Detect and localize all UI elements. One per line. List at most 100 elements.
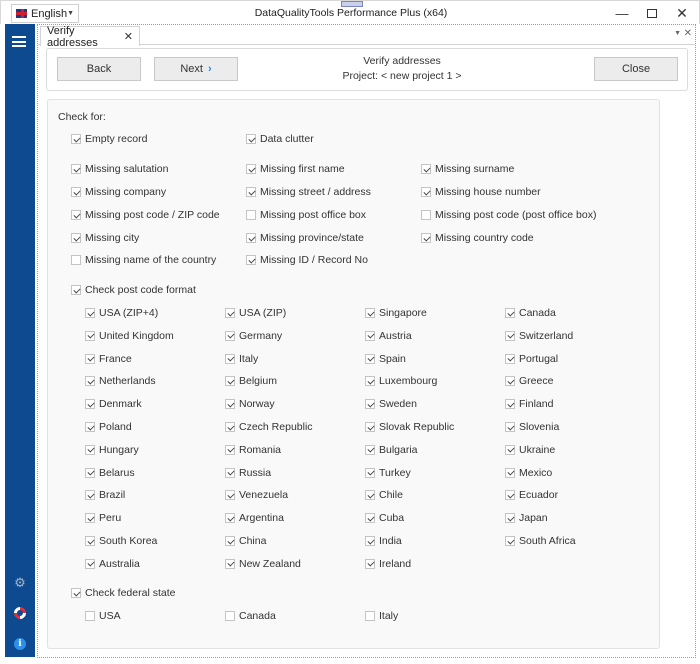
postcode-format-peru[interactable]: Peru bbox=[85, 512, 121, 524]
checkbox-checked-icon[interactable] bbox=[421, 164, 431, 174]
checkbox-checked-icon[interactable] bbox=[365, 308, 375, 318]
checkbox-checked-icon[interactable] bbox=[365, 513, 375, 524]
back-button[interactable]: Back bbox=[57, 57, 141, 81]
postcode-format-usa-zip-4[interactable]: USA (ZIP+4) bbox=[85, 307, 158, 319]
drag-handle[interactable] bbox=[341, 1, 363, 7]
postcode-format-portugal[interactable]: Portugal bbox=[505, 353, 558, 365]
checkbox-missing-salutation[interactable]: Missing salutation bbox=[71, 163, 168, 175]
checkbox-checked-icon[interactable] bbox=[225, 513, 235, 524]
checkbox-checked-icon[interactable] bbox=[225, 490, 235, 501]
postcode-format-usa-zip[interactable]: USA (ZIP) bbox=[225, 307, 286, 319]
postcode-format-denmark[interactable]: Denmark bbox=[85, 398, 142, 410]
postcode-format-india[interactable]: India bbox=[365, 535, 402, 547]
checkbox-unchecked-icon[interactable] bbox=[365, 611, 375, 621]
postcode-format-mexico[interactable]: Mexico bbox=[505, 467, 552, 479]
postcode-format-luxembourg[interactable]: Luxembourg bbox=[365, 375, 437, 387]
checkbox-checked-icon[interactable] bbox=[246, 255, 256, 265]
checkbox-missing-country-code[interactable]: Missing country code bbox=[421, 232, 534, 244]
checkbox-checked-icon[interactable] bbox=[71, 285, 81, 295]
checkbox-checked-icon[interactable] bbox=[71, 233, 81, 243]
checkbox-checked-icon[interactable] bbox=[85, 467, 95, 478]
close-button[interactable]: Close bbox=[594, 57, 678, 81]
checkbox-checked-icon[interactable] bbox=[85, 422, 95, 432]
checkbox-checked-icon[interactable] bbox=[85, 399, 95, 410]
checkbox-checked-icon[interactable] bbox=[71, 210, 81, 220]
postcode-format-italy[interactable]: Italy bbox=[225, 353, 258, 365]
postcode-format-singapore[interactable]: Singapore bbox=[365, 307, 427, 319]
postcode-format-australia[interactable]: Australia bbox=[85, 558, 140, 570]
checkbox-checked-icon[interactable] bbox=[225, 422, 235, 432]
menu-icon[interactable] bbox=[12, 36, 26, 47]
postcode-format-bulgaria[interactable]: Bulgaria bbox=[365, 444, 418, 456]
federal-state-usa[interactable]: USA bbox=[85, 610, 121, 622]
postcode-format-japan[interactable]: Japan bbox=[505, 512, 548, 524]
checkbox-checked-icon[interactable] bbox=[225, 536, 235, 546]
close-tab-icon[interactable]: ✕ bbox=[124, 30, 133, 43]
postcode-format-ukraine[interactable]: Ukraine bbox=[505, 444, 555, 456]
postcode-format-belarus[interactable]: Belarus bbox=[85, 467, 135, 479]
checkbox-checked-icon[interactable] bbox=[505, 376, 515, 387]
postcode-format-turkey[interactable]: Turkey bbox=[365, 467, 411, 479]
checkbox-missing-house-number[interactable]: Missing house number bbox=[421, 186, 541, 198]
checkbox-checked-icon[interactable] bbox=[246, 187, 256, 197]
checkbox-checked-icon[interactable] bbox=[225, 467, 235, 478]
checkbox-missing-post-office-box[interactable]: Missing post office box bbox=[246, 209, 366, 221]
postcode-format-france[interactable]: France bbox=[85, 353, 132, 365]
checkbox-checked-icon[interactable] bbox=[225, 308, 235, 318]
checkbox-checked-icon[interactable] bbox=[505, 308, 515, 318]
checkbox-checked-icon[interactable] bbox=[225, 330, 235, 341]
postcode-format-brazil[interactable]: Brazil bbox=[85, 489, 125, 501]
checkbox-checked-icon[interactable] bbox=[246, 134, 256, 144]
postcode-format-czech-republic[interactable]: Czech Republic bbox=[225, 421, 313, 433]
postcode-format-hungary[interactable]: Hungary bbox=[85, 444, 139, 456]
checkbox-checked-icon[interactable] bbox=[225, 399, 235, 410]
postcode-format-ireland[interactable]: Ireland bbox=[365, 558, 411, 570]
checkbox-missing-post-code-post-office-box[interactable]: Missing post code (post office box) bbox=[421, 209, 596, 221]
checkbox-missing-province-state[interactable]: Missing province/state bbox=[246, 232, 364, 244]
checkbox-missing-post-code-zip-code[interactable]: Missing post code / ZIP code bbox=[71, 209, 220, 221]
checkbox-empty-record[interactable]: Empty record bbox=[71, 133, 147, 145]
language-dropdown[interactable]: English ▼ bbox=[11, 4, 79, 23]
checkbox-missing-surname[interactable]: Missing surname bbox=[421, 163, 514, 175]
postcode-format-sweden[interactable]: Sweden bbox=[365, 398, 417, 410]
checkbox-checked-icon[interactable] bbox=[85, 536, 95, 546]
checkbox-checked-icon[interactable] bbox=[505, 467, 515, 478]
postcode-format-argentina[interactable]: Argentina bbox=[225, 512, 284, 524]
checkbox-checked-icon[interactable] bbox=[71, 187, 81, 197]
postcode-format-finland[interactable]: Finland bbox=[505, 398, 553, 410]
checkbox-checked-icon[interactable] bbox=[365, 399, 375, 410]
postcode-format-netherlands[interactable]: Netherlands bbox=[85, 375, 156, 387]
postcode-format-south-korea[interactable]: South Korea bbox=[85, 535, 157, 547]
checkbox-missing-company[interactable]: Missing company bbox=[71, 186, 166, 198]
postcode-format-venezuela[interactable]: Venezuela bbox=[225, 489, 288, 501]
close-window-button[interactable]: ✕ bbox=[667, 3, 697, 23]
checkbox-checked-icon[interactable] bbox=[505, 536, 515, 546]
checkbox-checked-icon[interactable] bbox=[365, 376, 375, 387]
postcode-format-slovak-republic[interactable]: Slovak Republic bbox=[365, 421, 454, 433]
checkbox-checked-icon[interactable] bbox=[505, 353, 515, 364]
checkbox-checked-icon[interactable] bbox=[365, 467, 375, 478]
postcode-format-greece[interactable]: Greece bbox=[505, 375, 553, 387]
checkbox-data-clutter[interactable]: Data clutter bbox=[246, 133, 314, 145]
checkbox-checked-icon[interactable] bbox=[365, 330, 375, 341]
postcode-format-united-kingdom[interactable]: United Kingdom bbox=[85, 330, 174, 342]
checkbox-checked-icon[interactable] bbox=[365, 490, 375, 501]
checkbox-checked-icon[interactable] bbox=[85, 490, 95, 501]
checkbox-checked-icon[interactable] bbox=[365, 444, 375, 455]
postcode-format-norway[interactable]: Norway bbox=[225, 398, 275, 410]
postcode-format-poland[interactable]: Poland bbox=[85, 421, 132, 433]
checkbox-unchecked-icon[interactable] bbox=[71, 255, 81, 265]
checkbox-checked-icon[interactable] bbox=[225, 376, 235, 387]
minimize-button[interactable]: — bbox=[607, 3, 637, 23]
checkbox-checked-icon[interactable] bbox=[71, 134, 81, 144]
checkbox-checked-icon[interactable] bbox=[365, 422, 375, 432]
checkbox-checked-icon[interactable] bbox=[85, 308, 95, 318]
checkbox-checked-icon[interactable] bbox=[85, 330, 95, 341]
postcode-format-ecuador[interactable]: Ecuador bbox=[505, 489, 558, 501]
postcode-format-belgium[interactable]: Belgium bbox=[225, 375, 277, 387]
postcode-format-south-africa[interactable]: South Africa bbox=[505, 535, 576, 547]
checkbox-checked-icon[interactable] bbox=[71, 588, 81, 598]
checkbox-unchecked-icon[interactable] bbox=[421, 210, 431, 220]
postcode-format-switzerland[interactable]: Switzerland bbox=[505, 330, 573, 342]
checkbox-checked-icon[interactable] bbox=[505, 399, 515, 410]
